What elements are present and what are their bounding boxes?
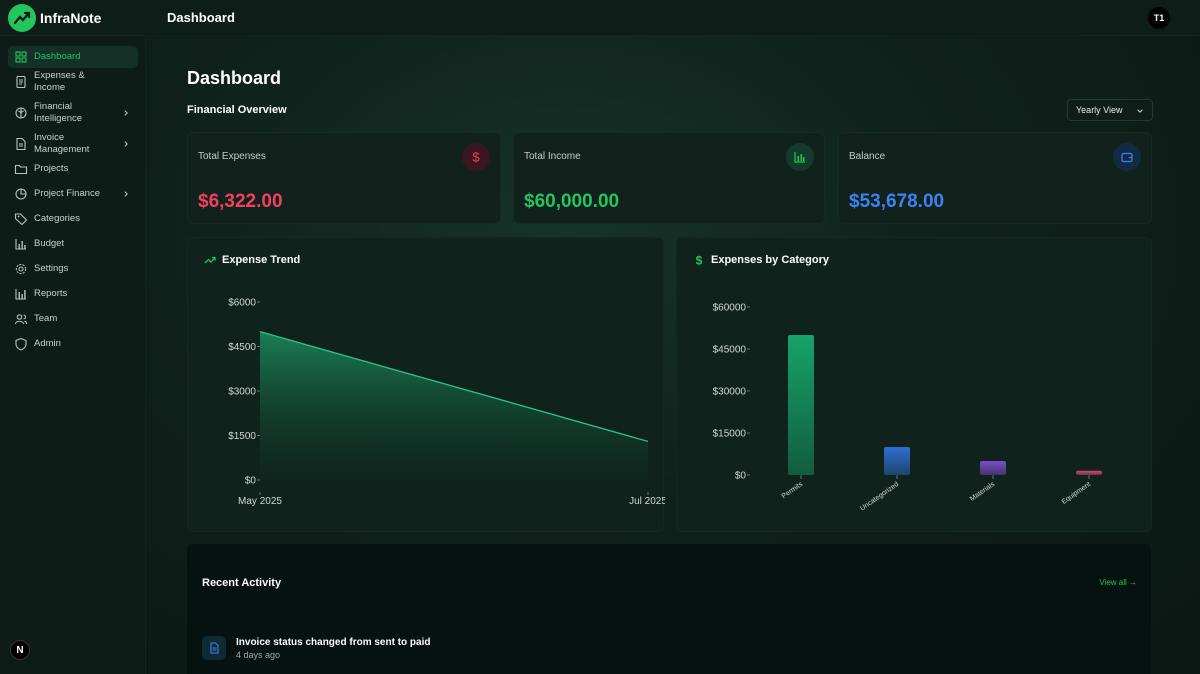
card-total-income: Total Income $60,000.00	[513, 132, 825, 224]
infranote-logo-icon	[8, 3, 36, 32]
grid-icon	[14, 50, 28, 64]
y-tick-label: $15000	[713, 429, 747, 440]
x-tick-label: May 2025	[238, 496, 282, 507]
users-icon	[14, 312, 28, 326]
gear-icon	[14, 262, 28, 276]
dev-badge[interactable]: N	[10, 640, 30, 660]
sidebar-item-team[interactable]: Team	[8, 308, 138, 330]
sidebar-item-label: Admin	[34, 338, 61, 349]
y-tick-label: $3000	[228, 387, 256, 398]
user-avatar[interactable]: T1	[1148, 7, 1170, 29]
card-title: Balance	[849, 151, 886, 162]
chevron-right-icon	[124, 110, 128, 116]
sidebar-item-admin[interactable]: Admin	[8, 333, 138, 355]
sidebar-item-label: Categories	[34, 213, 80, 224]
y-tick-label: $45000	[713, 345, 747, 356]
chevron-right-icon	[124, 191, 128, 197]
card-value: $60,000.00	[524, 191, 620, 212]
view-select[interactable]: Yearly View	[1067, 99, 1153, 121]
brand[interactable]: InfraNote	[0, 0, 148, 36]
bar-chart-icon	[786, 143, 814, 171]
y-tick-label: $30000	[713, 387, 747, 398]
sidebar-item-project-finance[interactable]: Project Finance	[8, 183, 138, 205]
x-tick-label: Materials	[969, 481, 997, 503]
bar-equipment[interactable]	[1076, 470, 1102, 475]
sidebar-nav: Dashboard Expenses & Income Financial Inte…	[8, 46, 138, 358]
view-select-label: Yearly View	[1076, 105, 1123, 115]
category-panel: $ Expenses by Category $0 $15000 $30000 $45…	[676, 237, 1152, 532]
wallet-icon	[1113, 143, 1141, 171]
y-tick-label: $0	[245, 476, 257, 487]
card-title: Total Expenses	[198, 151, 266, 162]
y-tick-label: $6000	[228, 298, 256, 309]
sidebar-item-expenses-income[interactable]: Expenses & Income	[8, 70, 138, 93]
pie-chart-icon	[14, 187, 28, 201]
sidebar-item-label: Financial Intelligence	[34, 101, 83, 124]
activity-text: Invoice status changed from sent to paid	[236, 637, 431, 648]
x-tick-label: Uncategorized	[859, 481, 900, 513]
expense-trend-panel: Expense Trend $0 $1500 $3000 $4500 $6000 May …	[187, 237, 665, 532]
svg-text:$: $	[472, 150, 480, 164]
brand-name: InfraNote	[40, 9, 102, 26]
sidebar-item-label: Team	[34, 313, 58, 324]
recent-activity-title: Recent Activity	[202, 577, 282, 589]
receipt-icon	[14, 75, 28, 89]
x-tick-label: Equipment	[1061, 481, 1092, 506]
list-item[interactable]: Invoice status changed from sent to paid…	[202, 636, 430, 662]
sidebar-item-projects[interactable]: Projects	[8, 158, 138, 180]
view-all-link[interactable]: View all →	[1099, 578, 1137, 587]
sidebar-item-label: Project Finance	[34, 188, 101, 199]
document-icon	[202, 636, 226, 660]
sidebar: Dashboard Expenses & Income Financial Inte…	[0, 36, 146, 674]
sidebar-item-settings[interactable]: Settings	[8, 258, 138, 280]
shield-icon	[14, 337, 28, 351]
card-value: $6,322.00	[198, 191, 283, 212]
sidebar-item-label: Reports	[34, 288, 68, 299]
sidebar-item-label: Settings	[34, 263, 69, 274]
y-tick-label: $1500	[228, 431, 256, 442]
sidebar-item-label: Projects	[34, 163, 69, 174]
sidebar-item-label: Budget	[34, 238, 65, 249]
y-tick-label: $60000	[713, 303, 747, 314]
sidebar-item-budget[interactable]: Budget	[8, 233, 138, 255]
bar-chart-icon	[14, 237, 28, 251]
main-content: Dashboard Financial Overview Yearly View…	[146, 36, 1200, 674]
card-value: $53,678.00	[849, 191, 945, 212]
activity-time: 4 days ago	[236, 650, 281, 660]
section-title: Financial Overview	[187, 104, 287, 116]
area-fill	[260, 331, 648, 480]
sidebar-item-label: Invoice Management	[34, 132, 90, 155]
document-icon	[14, 137, 28, 151]
x-tick-label: Jul 2025	[629, 496, 665, 507]
card-title: Total Income	[524, 151, 581, 162]
top-bar: InfraNote Dashboard T1	[0, 0, 1200, 36]
chevron-down-icon	[1137, 109, 1143, 113]
tag-icon	[14, 212, 28, 226]
recent-activity-panel: Recent Activity View all → Invoice statu…	[187, 544, 1151, 674]
brain-icon	[14, 106, 28, 120]
bar-materials[interactable]	[980, 461, 1006, 475]
page-title: Dashboard	[187, 68, 282, 88]
category-bar-chart: $0 $15000 $30000 $45000 $60000 Permits Uncateg…	[713, 303, 1102, 513]
sidebar-item-dashboard[interactable]: Dashboard	[8, 46, 138, 68]
y-tick-label: $0	[735, 471, 747, 482]
report-icon	[14, 287, 28, 301]
sidebar-item-invoice-management[interactable]: Invoice Management	[8, 132, 138, 155]
header-title: Dashboard	[167, 10, 235, 25]
expense-trend-chart: $0 $1500 $3000 $4500 $6000 May 2025 Jul 2025	[228, 298, 665, 508]
dollar-icon: $	[462, 143, 490, 171]
x-tick-label: Permits	[781, 481, 805, 501]
card-balance: Balance $53,678.00	[838, 132, 1152, 224]
sidebar-item-label: Expenses & Income	[34, 70, 85, 93]
bar-uncategorized[interactable]	[884, 447, 910, 475]
sidebar-item-categories[interactable]: Categories	[8, 208, 138, 230]
folder-icon	[14, 162, 28, 176]
y-tick-label: $4500	[228, 342, 256, 353]
sidebar-item-financial-intelligence[interactable]: Financial Intelligence	[8, 96, 138, 130]
sidebar-item-label: Dashboard	[34, 51, 81, 62]
bar-permits[interactable]	[788, 335, 814, 475]
card-total-expenses: Total Expenses $6,322.00 $	[187, 132, 501, 224]
chevron-right-icon	[124, 141, 128, 147]
sidebar-item-reports[interactable]: Reports	[8, 283, 138, 305]
